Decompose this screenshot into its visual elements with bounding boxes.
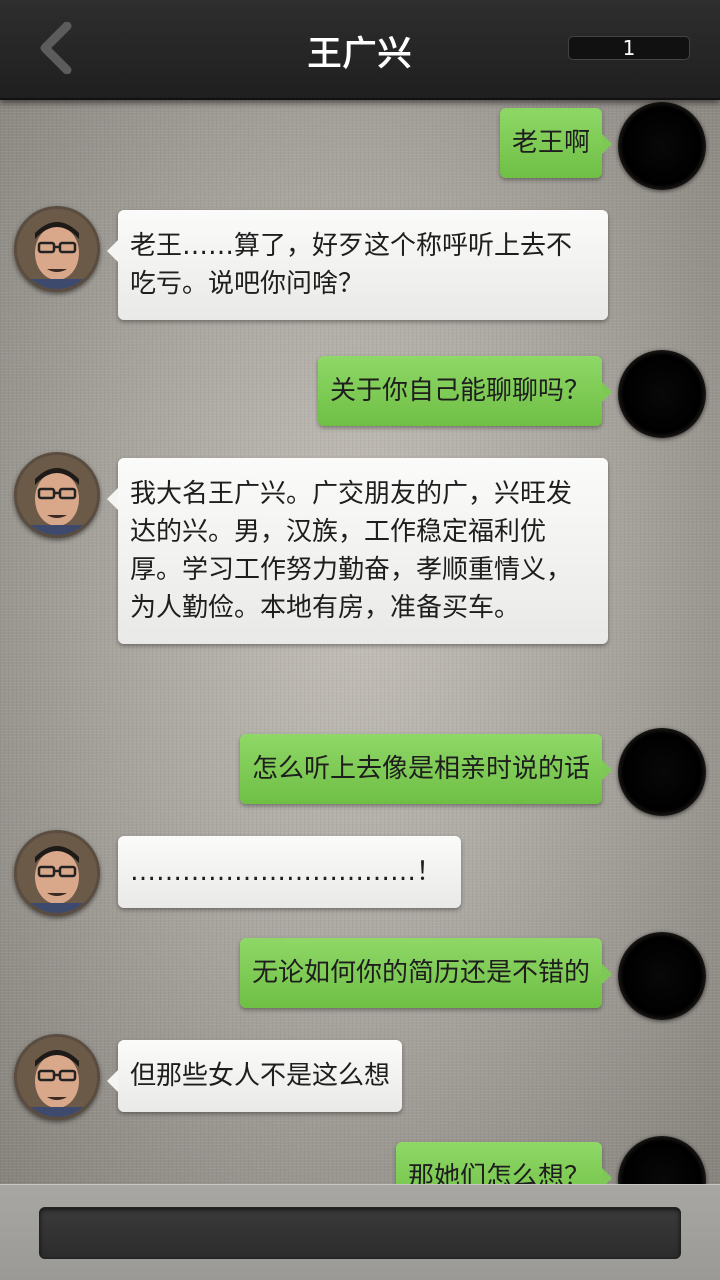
contact-face-image <box>17 1037 97 1117</box>
contact-face-image <box>17 833 97 913</box>
contact-face-image <box>17 209 97 289</box>
message-input[interactable] <box>39 1207 681 1259</box>
contact-face-image <box>17 455 97 535</box>
contact-avatar[interactable] <box>14 452 100 538</box>
my-avatar[interactable] <box>618 932 706 1020</box>
message-counter-badge: 1 <box>568 36 690 60</box>
bottom-input-bar <box>0 1184 720 1280</box>
my-avatar[interactable] <box>618 102 706 190</box>
sent-message-bubble: 老王啊 <box>499 108 613 178</box>
my-avatar[interactable] <box>618 350 706 438</box>
sent-message-bubble: 怎么听上去像是相亲时说的话 <box>239 734 613 804</box>
received-message-bubble: 但那些女人不是这么想 <box>106 1040 403 1112</box>
received-message-bubble: 我大名王广兴。广交朋友的广，兴旺发达的兴。男，汉族，工作稳定福利优厚。学习工作努… <box>107 458 608 644</box>
chat-message-list[interactable]: 老王啊 老王……算了，好歹这个称呼听上去不吃亏。说吧你问啥？ 关于你自己能聊聊吗… <box>0 100 720 1184</box>
sent-message-bubble: 那她们怎么想？ <box>395 1142 613 1184</box>
received-message-bubble: 老王……算了，好歹这个称呼听上去不吃亏。说吧你问啥？ <box>107 210 608 320</box>
received-message-bubble: ……………………………！ <box>118 836 461 908</box>
sent-message-bubble: 无论如何你的简历还是不错的 <box>239 938 613 1008</box>
my-avatar[interactable] <box>618 728 706 816</box>
contact-avatar[interactable] <box>14 206 100 292</box>
my-avatar[interactable] <box>618 1136 706 1184</box>
contact-avatar[interactable] <box>14 1034 100 1120</box>
contact-avatar[interactable] <box>14 830 100 916</box>
top-bar: 王广兴 1 <box>0 0 720 100</box>
sent-message-bubble: 关于你自己能聊聊吗？ <box>317 356 613 426</box>
